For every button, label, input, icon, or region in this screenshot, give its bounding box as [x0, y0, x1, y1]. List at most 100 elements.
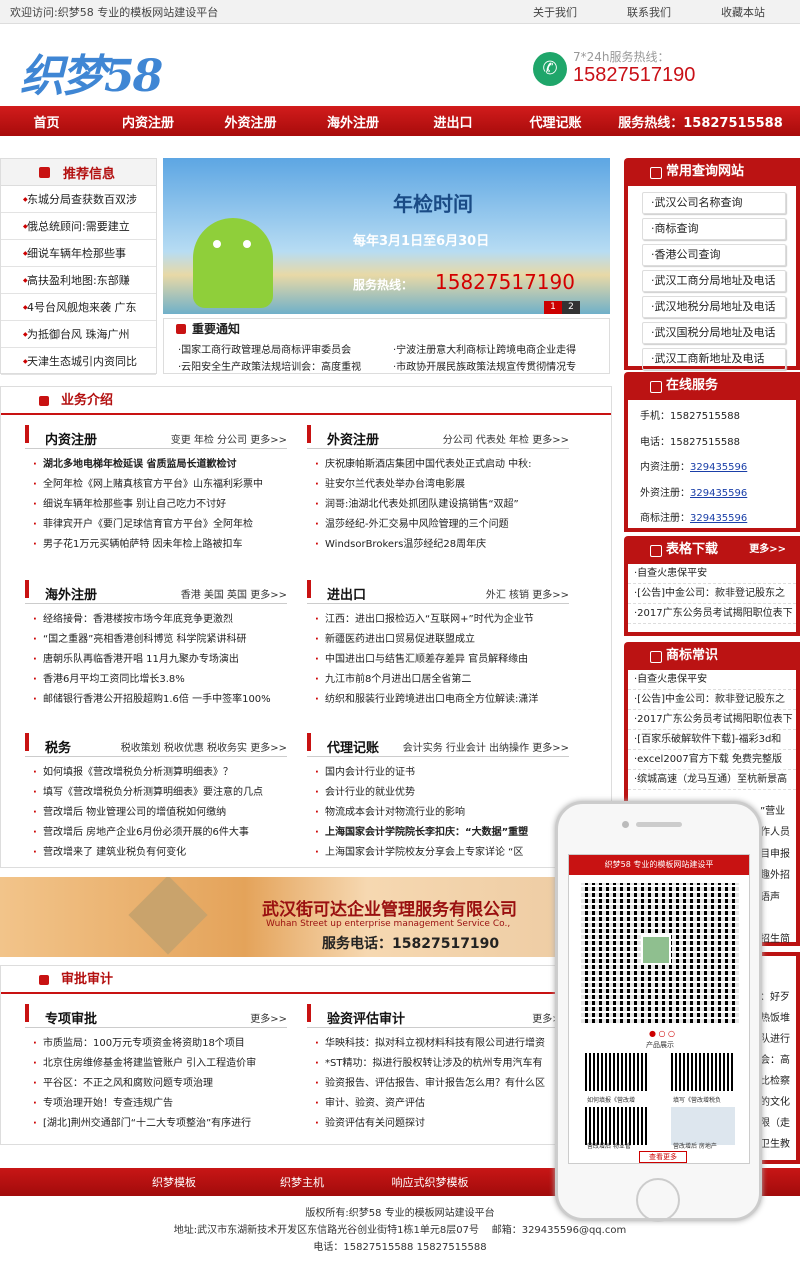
mobile-preview-popup[interactable]: 织梦58 专业的模板网站建设平 ● ○ ○ 产品展示 如何填报《营改增 填写《营…: [555, 801, 762, 1222]
category-tags[interactable]: 会计实务 行业会计 出纳操作 更多>>: [403, 739, 569, 754]
nav-import-export[interactable]: 进出口: [408, 112, 498, 131]
list-item[interactable]: 俄总统顾问:需要建立: [1, 213, 156, 240]
list-item[interactable]: 营改增来了 建筑业税负有何变化: [25, 843, 287, 863]
nav-home[interactable]: 首页: [0, 112, 93, 131]
product-thumb[interactable]: [671, 1107, 735, 1145]
footer-link[interactable]: 响应式织梦模板: [366, 1174, 494, 1190]
list-item[interactable]: ·自查火患保平安: [628, 670, 796, 690]
list-item[interactable]: ·[公告]中金公司：款非登记股东之: [628, 584, 796, 604]
footer-link[interactable]: 织梦模板: [110, 1174, 238, 1190]
list-item[interactable]: 上海国家会计学院院长李扣庆：“大数据”重塑: [307, 823, 569, 843]
list-item[interactable]: 华映科技：拟对科立视材料科技有限公司进行增资: [307, 1034, 569, 1054]
list-item[interactable]: 邮储银行香港公开招股超购1.6倍 一手中签率100%: [25, 690, 287, 710]
product-thumb[interactable]: [585, 1107, 649, 1145]
list-item[interactable]: 香港6月平均工资同比增长3.8%: [25, 670, 287, 690]
list-item[interactable]: 江西：进出口报检迈入“互联网+”时代为企业节: [307, 610, 569, 630]
list-item[interactable]: 营改增后 房地产企业6月份必须开展的6件大事: [25, 823, 287, 843]
category-name[interactable]: 外资注册: [306, 425, 379, 448]
list-item[interactable]: 温莎经纪-外汇交易中风险管理的三个问题: [307, 515, 569, 535]
site-logo[interactable]: 织梦58: [20, 40, 163, 104]
qq-link[interactable]: 329435596: [690, 488, 747, 499]
list-item[interactable]: 东城分局查获数百双涉: [1, 186, 156, 213]
list-item[interactable]: ·[公告]中金公司：款非登记股东之: [628, 690, 796, 710]
list-item[interactable]: 中国进出口与结售汇顺差存差异 官员解释缘由: [307, 650, 569, 670]
table-more-link[interactable]: 更多>>: [749, 536, 786, 564]
list-item[interactable]: 九江市前8个月进出口居全省第二: [307, 670, 569, 690]
list-item[interactable]: 新疆医药进出口贸易促进联盟成立: [307, 630, 569, 650]
list-item[interactable]: 驻安尔兰代表处举办台湾电影展: [307, 475, 569, 495]
category-name[interactable]: 进出口: [306, 580, 366, 603]
list-item[interactable]: 验资评估有关问题探讨: [307, 1114, 569, 1134]
banner-page-1[interactable]: 1: [544, 301, 562, 314]
nav-domestic[interactable]: 内资注册: [93, 112, 203, 131]
category-more[interactable]: 更多>>: [250, 1010, 287, 1025]
product-thumb[interactable]: [671, 1053, 735, 1091]
category-name[interactable]: 验资评估审计: [306, 1004, 405, 1027]
list-item[interactable]: ·武汉公司名称查询: [642, 192, 786, 214]
list-item[interactable]: 物流成本会计对物流行业的影响: [307, 803, 569, 823]
list-item[interactable]: 国内会计行业的证书: [307, 763, 569, 783]
list-item[interactable]: ·2017广东公务员考试揭阳职位表下: [628, 710, 796, 730]
list-item[interactable]: ·市政协开展民族政策法规宣传贯彻情况专: [393, 358, 608, 373]
list-item[interactable]: 市质监局：100万元专项资金将资助18个项目: [25, 1034, 287, 1054]
list-item[interactable]: ·2017广东公务员考试揭阳职位表下: [628, 604, 796, 624]
list-item[interactable]: 会计行业的就业优势: [307, 783, 569, 803]
category-tags[interactable]: 税收策划 税收优惠 税收务实 更多>>: [121, 739, 287, 754]
list-item[interactable]: ·excel2007官方下载 免费完整版: [628, 750, 796, 770]
list-item[interactable]: “国之重器”亮相香港创科博览 科学院紧讲科研: [25, 630, 287, 650]
category-tags[interactable]: 变更 年检 分公司 更多>>: [171, 431, 287, 446]
about-link[interactable]: 关于我们: [508, 4, 602, 20]
list-item[interactable]: 北京住房维修基金将建监管账户 引入工程造价审: [25, 1054, 287, 1074]
list-item[interactable]: 天津生态城引内资同比: [1, 348, 156, 375]
list-item[interactable]: 验资报告、评估报告、审计报告怎么用？有什么区: [307, 1074, 569, 1094]
list-item[interactable]: 经络接骨：香港楼按市场今年底竞争更激烈: [25, 610, 287, 630]
category-tags[interactable]: 分公司 代表处 年检 更多>>: [443, 431, 569, 446]
category-name[interactable]: 内资注册: [24, 425, 97, 448]
favorite-link[interactable]: 收藏本站: [696, 4, 790, 20]
list-item[interactable]: ·武汉工商新地址及电话: [642, 348, 786, 370]
list-item[interactable]: ·缤城高速（龙马互通）至杭新景高: [628, 770, 796, 790]
list-item[interactable]: 唐朝乐队再临香港开唱 11月九聚办专场演出: [25, 650, 287, 670]
category-name[interactable]: 专项审批: [24, 1004, 97, 1027]
list-item[interactable]: ·自查火患保平安: [628, 564, 796, 584]
list-item[interactable]: [湖北]荆州交通部门“十二大专项整治”有序进行: [25, 1114, 287, 1134]
mobile-more-button[interactable]: 查看更多: [639, 1151, 687, 1163]
list-item[interactable]: 润哥:油湖北代表处抓团队建设搞销售“双超”: [307, 495, 569, 515]
category-tags[interactable]: 外汇 核销 更多>>: [486, 586, 569, 601]
banner-slider[interactable]: 年检时间 每年3月1日至6月30日 服务热线： 15827517190 1 2: [163, 158, 610, 314]
contact-link[interactable]: 联系我们: [602, 4, 696, 20]
list-item[interactable]: *ST精功：拟进行股权转让涉及的杭州专用汽车有: [307, 1054, 569, 1074]
list-item[interactable]: ·香港公司查询: [642, 244, 786, 266]
list-item[interactable]: 4号台风舰炮来袭 广东: [1, 294, 156, 321]
product-thumb[interactable]: [585, 1053, 649, 1091]
list-item[interactable]: 高扶盈利地图:东部赚: [1, 267, 156, 294]
nav-bookkeeping[interactable]: 代理记账: [498, 112, 613, 131]
list-item[interactable]: 菲律宾开户《要门足球信育官方平台》全阿年检: [25, 515, 287, 535]
category-name[interactable]: 代理记账: [306, 733, 379, 756]
qq-link[interactable]: 329435596: [690, 462, 747, 473]
list-item[interactable]: ·云阳安全生产政策法规培训会：高度重视: [178, 358, 393, 373]
list-item[interactable]: ·国家工商行政管理总局商标评审委员会: [178, 341, 393, 356]
list-item[interactable]: 庆祝康帕斯酒店集团中国代表处正式启动 中秋:: [307, 455, 569, 475]
nav-overseas[interactable]: 海外注册: [298, 112, 408, 131]
list-item[interactable]: ·宁波注册意大利商标让跨境电商企业走得: [393, 341, 608, 356]
list-item[interactable]: 湖北多地电梯年检延误 省质监局长道歉检讨: [25, 455, 287, 475]
banner-page-2[interactable]: 2: [562, 301, 580, 314]
list-item[interactable]: 平谷区：不正之风和腐败问题专项治理: [25, 1074, 287, 1094]
list-item[interactable]: 全阿年检《网上赌真核官方平台》山东福利彩票中: [25, 475, 287, 495]
footer-link[interactable]: 织梦主机: [238, 1174, 366, 1190]
list-item[interactable]: 纺织和服装行业跨境进出口电商全方位解读:潇洋: [307, 690, 569, 710]
nav-foreign[interactable]: 外资注册: [203, 112, 298, 131]
company-ad-banner[interactable]: 武汉街可达企业管理服务有限公司 Wuhan Street up enterpri…: [0, 877, 612, 957]
list-item[interactable]: ·武汉工商分局地址及电话: [642, 270, 786, 292]
list-item[interactable]: ·武汉地税分局地址及电话: [642, 296, 786, 318]
list-item[interactable]: ·武汉国税分局地址及电话: [642, 322, 786, 344]
category-name[interactable]: 海外注册: [24, 580, 97, 603]
list-item[interactable]: 上海国家会计学院校友分享会上专家详论 “区: [307, 843, 569, 863]
category-name[interactable]: 税务: [24, 733, 71, 756]
list-item[interactable]: 如何填报《营改增税负分析测算明细表》？: [25, 763, 287, 783]
list-item[interactable]: WindsorBrokers温莎经纪28周年庆: [307, 535, 569, 555]
list-item[interactable]: 专项治理开始！专查违规广告: [25, 1094, 287, 1114]
list-item[interactable]: 营改增后 物业管理公司的增值税如何缴纳: [25, 803, 287, 823]
list-item[interactable]: ·[百家乐破解软件下载]-福彩3d和: [628, 730, 796, 750]
